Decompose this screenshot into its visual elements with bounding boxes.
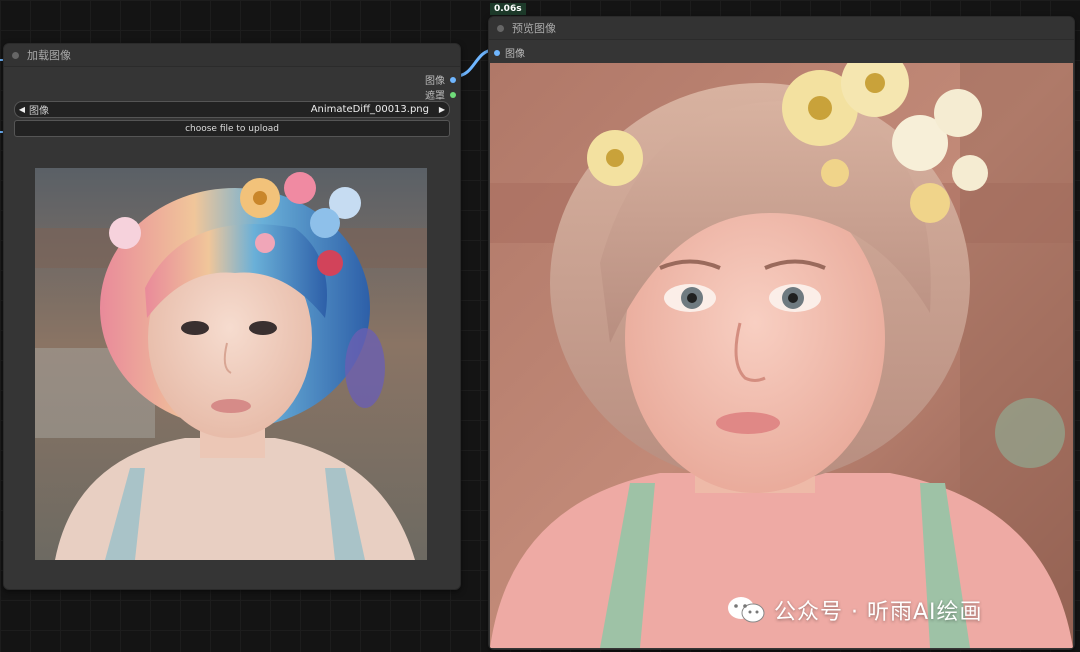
collapse-dot-icon[interactable]	[497, 24, 504, 32]
widget-label: 图像	[29, 106, 49, 117]
wechat-icon	[726, 595, 766, 625]
load-image-node[interactable]: 加载图像 图像 遮罩 ◀ 图像 AnimateDiff_00013.png ▶ …	[3, 43, 461, 590]
watermark: 公众号 · 听雨AI绘画	[726, 590, 1056, 630]
node-title-bar[interactable]: 预览图像	[489, 17, 1074, 40]
watermark-text: 公众号 · 听雨AI绘画	[774, 600, 983, 625]
output-socket-icon[interactable]	[450, 91, 456, 98]
node-title-bar[interactable]: 加载图像	[4, 44, 460, 67]
collapse-dot-icon[interactable]	[12, 51, 19, 59]
input-socket-icon[interactable]	[494, 49, 500, 56]
portrait-image	[490, 63, 1073, 648]
input-image-slot[interactable]: 图像	[494, 45, 525, 60]
node-title: 加载图像	[27, 49, 71, 62]
preview-image-node[interactable]: 预览图像 图像	[488, 16, 1075, 650]
portrait-image	[35, 168, 427, 560]
image-combo-widget[interactable]: ◀ 图像 AnimateDiff_00013.png ▶	[14, 101, 450, 118]
prev-arrow-icon[interactable]: ◀	[15, 105, 29, 114]
loaded-image-preview	[35, 168, 427, 560]
widget-value: AnimateDiff_00013.png	[310, 104, 429, 115]
execution-time-badge: 0.06s	[490, 3, 526, 15]
next-arrow-icon[interactable]: ▶	[435, 105, 449, 114]
upload-button[interactable]: choose file to upload	[14, 120, 450, 137]
output-mask-slot[interactable]: 遮罩	[425, 87, 456, 102]
output-socket-icon[interactable]	[450, 76, 456, 83]
node-title: 预览图像	[512, 22, 556, 35]
preview-output-image	[490, 63, 1073, 648]
output-image-slot[interactable]: 图像	[425, 72, 456, 87]
